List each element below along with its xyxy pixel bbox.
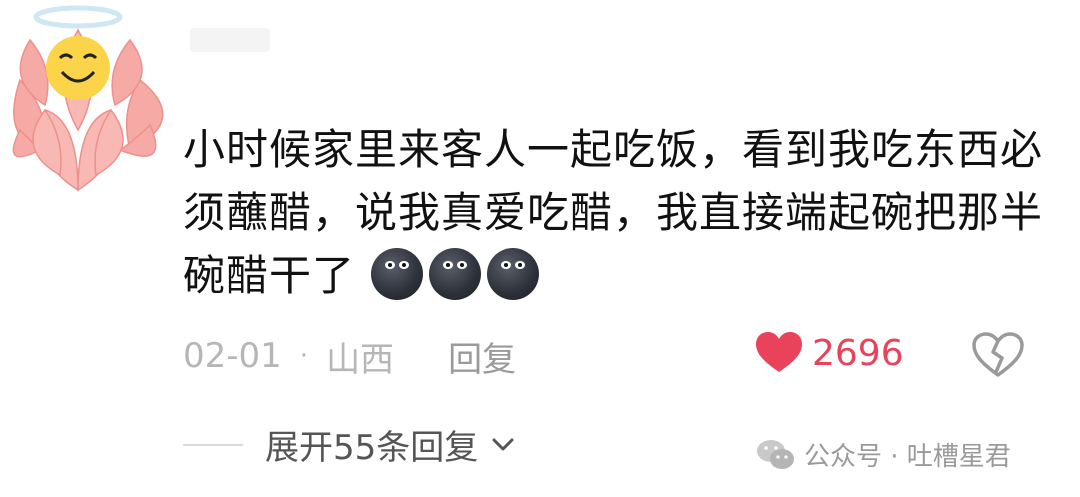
heart-icon	[756, 332, 802, 372]
comment-date: 02-01	[183, 336, 282, 376]
avatar[interactable]	[0, 0, 195, 200]
comment-text: 小时候家里来客人一起吃饭，看到我吃东西必须蘸醋，说我真爱吃醋，我直接端起碗把那半…	[183, 118, 1043, 307]
comment-meta: 02-01 · 山西 回复	[183, 332, 516, 381]
watermark-text: 公众号 · 吐槽星君	[804, 442, 1011, 472]
wechat-icon	[757, 439, 794, 469]
dark-face-emoji-icon	[487, 248, 540, 300]
dark-face-emoji-icon	[371, 248, 424, 300]
expand-replies-label: 展开55条回复	[265, 428, 479, 468]
comment-body: 小时候家里来客人一起吃饭，看到我吃东西必须蘸醋，说我真爱吃醋，我直接端起碗把那半…	[183, 125, 1044, 300]
meta-separator: ·	[299, 341, 309, 371]
expand-replies-button[interactable]: 展开55条回复	[183, 420, 516, 469]
dislike-button[interactable]	[972, 332, 1024, 378]
comment-location: 山西	[326, 339, 395, 380]
watermark: 公众号 · 吐槽星君	[756, 436, 1011, 473]
dark-face-emoji-icon	[429, 248, 482, 300]
like-button[interactable]: 2696	[756, 332, 904, 374]
divider-line	[183, 443, 243, 446]
reply-button[interactable]: 回复	[448, 332, 516, 381]
halo-lotus-smiley-avatar-icon	[12, 5, 164, 192]
broken-heart-icon	[972, 332, 1024, 377]
chevron-down-icon	[492, 438, 514, 450]
like-count: 2696	[812, 332, 904, 374]
username-placeholder[interactable]	[190, 28, 270, 52]
emoji-group	[371, 248, 540, 300]
